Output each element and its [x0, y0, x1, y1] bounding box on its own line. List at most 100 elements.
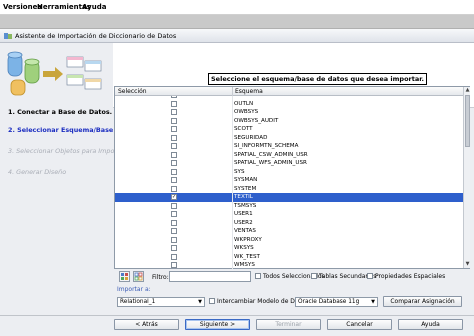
menu-versiones[interactable]: Versiones — [3, 3, 42, 11]
target-model-select[interactable]: Relational_1 ▼ — [117, 297, 205, 307]
schema-name-cell: SEGURIDAD — [234, 134, 268, 141]
column-header-schema[interactable]: Esquema — [235, 88, 263, 95]
schema-name-cell: TEXTIL — [234, 194, 253, 200]
selection-cell — [115, 134, 232, 143]
filter-label: Filtro: — [152, 274, 169, 281]
table-row[interactable]: WMSYS — [115, 261, 463, 269]
row-checkbox[interactable] — [171, 100, 177, 107]
wizard-illustration-icon — [7, 51, 102, 96]
selection-cell — [115, 236, 232, 245]
step-generate-design: 4. Generar Diseño — [8, 168, 67, 176]
table-row[interactable]: SPATIAL_CSW_ADMIN_USR — [115, 150, 463, 159]
scroll-thumb[interactable] — [465, 95, 470, 147]
table-body: ORDSYSOUTLNOWBSYSOWBSYS_AUDITSCOTTSEGURI… — [115, 96, 463, 269]
table-row[interactable]: SEGURIDAD — [115, 133, 463, 143]
table-row[interactable]: SPATIAL_WFS_ADMIN_USR — [115, 159, 463, 168]
row-checkbox[interactable]: ✓ — [171, 194, 177, 200]
menu-ayuda[interactable]: Ayuda — [82, 3, 106, 11]
table-row[interactable]: SI_INFORMTN_SCHEMA — [115, 142, 463, 151]
schema-table: Selección Esquema ORDSYSOUTLNOWBSYSOWBSY… — [114, 86, 470, 269]
row-checkbox[interactable] — [171, 211, 177, 217]
schema-name-cell: WK_TEST — [234, 253, 260, 260]
selection-cell — [115, 100, 232, 109]
row-checkbox[interactable] — [171, 262, 177, 268]
row-checkbox[interactable] — [171, 202, 177, 209]
row-checkbox[interactable] — [171, 143, 177, 149]
table-row[interactable]: SYS — [115, 167, 463, 176]
schema-name-cell: USER1 — [234, 211, 253, 217]
deselect-all-button[interactable] — [133, 271, 144, 282]
selection-cell — [115, 244, 232, 253]
selection-cell: ✓ — [115, 193, 232, 202]
swap-target-checkbox[interactable] — [209, 298, 215, 304]
select-all-button[interactable] — [119, 271, 130, 282]
selection-cell — [115, 159, 232, 168]
table-row[interactable]: OWBSYS — [115, 108, 463, 117]
row-checkbox[interactable] — [171, 96, 177, 98]
table-row[interactable]: USER1 — [115, 210, 463, 219]
table-row[interactable]: SYSTEM — [115, 184, 463, 194]
row-checkbox[interactable] — [171, 177, 177, 183]
dialog-titlebar: Asistente de Importación de Diccionario … — [0, 29, 474, 43]
table-row[interactable]: WKPROXY — [115, 235, 463, 245]
row-checkbox[interactable] — [171, 134, 177, 141]
row-checkbox[interactable] — [171, 126, 177, 132]
row-checkbox[interactable] — [171, 228, 177, 234]
finish-button[interactable]: Terminar — [256, 319, 321, 330]
row-checkbox[interactable] — [171, 160, 177, 166]
column-header-selection[interactable]: Selección — [118, 88, 147, 95]
compare-mapping-button[interactable]: Comparar Asignación — [383, 296, 462, 307]
option-spatial-props[interactable]: Propiedades Espaciales — [367, 273, 445, 280]
selection-cell — [115, 202, 232, 211]
selection-cell — [115, 185, 232, 194]
chevron-down-icon: ▼ — [198, 299, 202, 305]
table-row[interactable]: ✓ TEXTIL — [115, 193, 463, 202]
spatial-props-checkbox[interactable] — [367, 273, 373, 279]
back-button[interactable]: < Atrás — [114, 319, 179, 330]
table-row[interactable]: VENTAS — [115, 227, 463, 236]
table-row[interactable]: WK_TEST — [115, 252, 463, 262]
schema-name-cell: SYS — [234, 168, 245, 175]
table-row[interactable]: OUTLN — [115, 99, 463, 109]
table-scrollbar[interactable]: ▲ ▼ — [463, 87, 470, 268]
schema-name-cell: OWBSYS — [234, 109, 259, 115]
table-row[interactable]: SYSMAN — [115, 176, 463, 185]
selection-cell — [115, 117, 232, 126]
row-checkbox[interactable] — [171, 109, 177, 115]
import-row: Relational_1 ▼ Intercambiar Modelo de De… — [113, 296, 474, 308]
row-checkbox[interactable] — [171, 253, 177, 260]
row-checkbox[interactable] — [171, 219, 177, 226]
grid-outline-icon — [134, 272, 143, 281]
table-row[interactable]: OWBSYS_AUDIT — [115, 116, 463, 126]
row-checkbox[interactable] — [171, 168, 177, 175]
selection-cell — [115, 125, 232, 134]
schema-name-cell: VENTAS — [234, 228, 256, 234]
schema-name-cell: OWBSYS_AUDIT — [234, 117, 279, 124]
schema-name-cell: WKPROXY — [234, 236, 262, 243]
scroll-up-icon[interactable]: ▲ — [464, 87, 471, 94]
schema-name-cell: TSMSYS — [234, 202, 257, 209]
schema-name-cell: SCOTT — [234, 126, 253, 132]
help-button[interactable]: Ayuda — [398, 319, 463, 330]
child-tables-checkbox[interactable] — [311, 273, 317, 279]
selection-cell — [115, 227, 232, 236]
row-checkbox[interactable] — [171, 236, 177, 243]
selection-cell — [115, 253, 232, 262]
table-row[interactable]: SCOTT — [115, 125, 463, 134]
column-divider[interactable] — [232, 87, 233, 96]
scroll-down-icon[interactable]: ▼ — [464, 261, 471, 268]
row-checkbox[interactable] — [171, 185, 177, 192]
table-row[interactable]: TSMSYS — [115, 201, 463, 211]
schema-name-cell: SI_INFORMTN_SCHEMA — [234, 143, 299, 149]
filter-input[interactable] — [169, 271, 251, 282]
selection-cell — [115, 142, 232, 151]
all-selected-checkbox[interactable] — [255, 273, 261, 279]
cancel-button[interactable]: Cancelar — [327, 319, 392, 330]
row-checkbox[interactable] — [171, 117, 177, 124]
row-checkbox[interactable] — [171, 151, 177, 158]
database-select[interactable]: Oracle Database 11g ▼ — [295, 297, 378, 307]
row-checkbox[interactable] — [171, 245, 177, 251]
table-row[interactable]: WKSYS — [115, 244, 463, 253]
table-row[interactable]: USER2 — [115, 218, 463, 227]
next-button[interactable]: Siguiente > — [185, 319, 250, 330]
